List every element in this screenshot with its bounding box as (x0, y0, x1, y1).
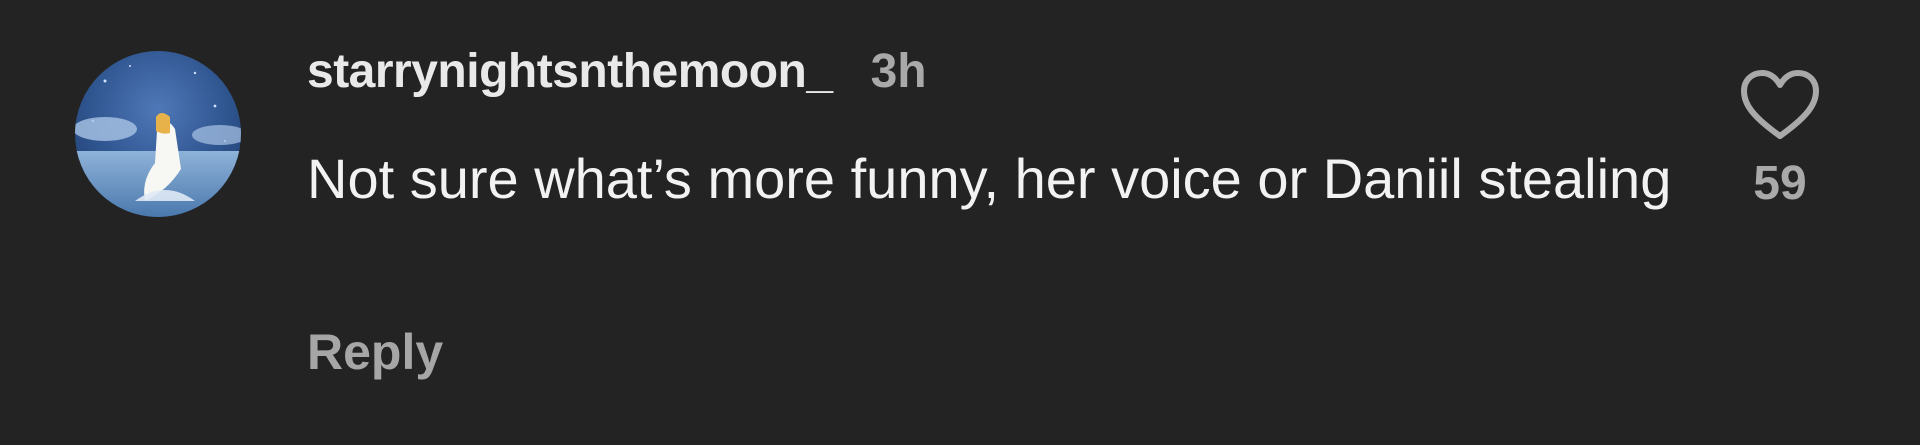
avatar-image (75, 51, 241, 217)
like-count: 59 (1753, 157, 1807, 210)
like-button[interactable]: 59 (1738, 70, 1822, 220)
timestamp: 3h (870, 45, 927, 98)
username[interactable]: starrynightsnthemoon_ (307, 44, 833, 99)
comment-item: starrynightsnthemoon_ 3h Not sure what’s… (0, 0, 1920, 445)
avatar[interactable] (75, 51, 241, 217)
comment-text: Not sure what’s more funny, her voice or… (307, 147, 1672, 210)
reply-button[interactable]: Reply (307, 323, 443, 381)
heart-icon[interactable] (1740, 70, 1820, 142)
comment-header: starrynightsnthemoon_ 3h (307, 44, 927, 104)
